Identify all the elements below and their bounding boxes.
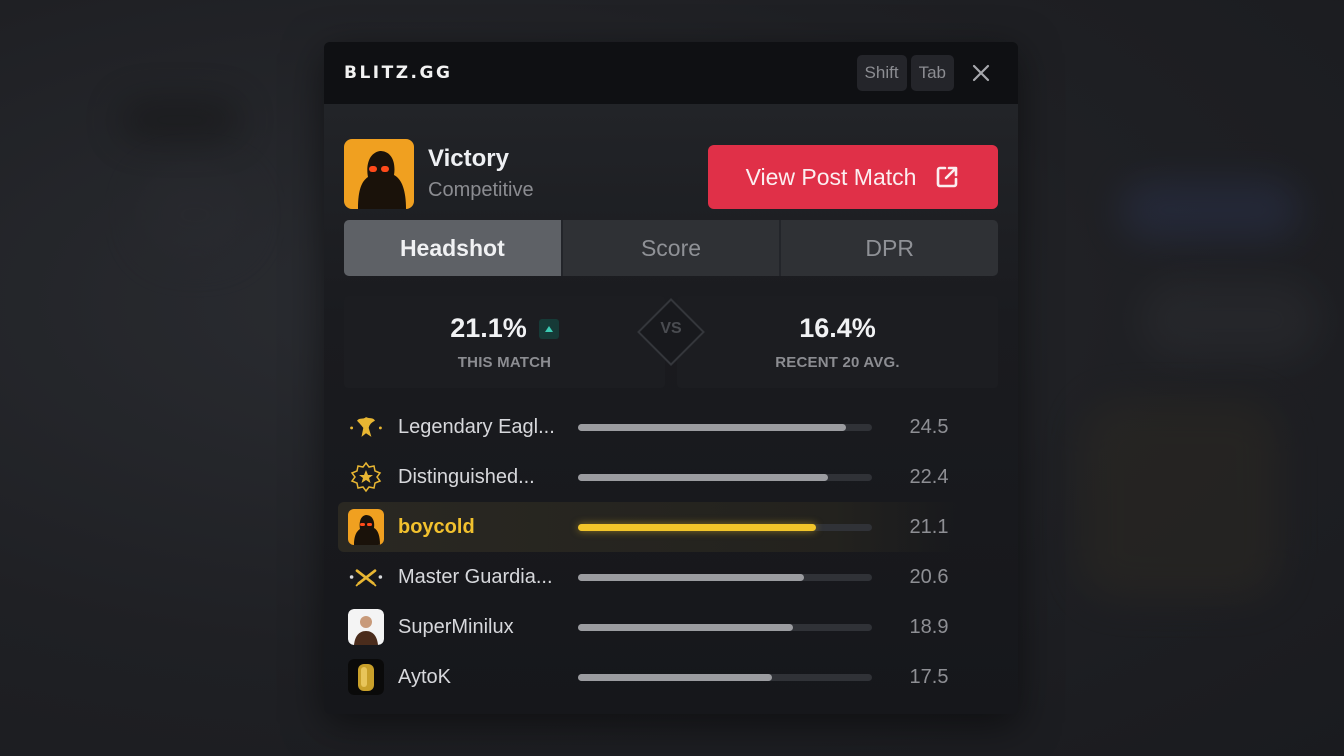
- player-name: Distinguished...: [398, 465, 535, 488]
- match-mode: Competitive: [428, 179, 534, 201]
- player-name: Legendary Eagl...: [398, 415, 555, 438]
- match-summary-overlay: BLITZ.GG Shift Tab Victory Competitive V…: [324, 42, 1018, 714]
- stat-bar: [578, 623, 872, 631]
- stat-bar-fill: [578, 673, 773, 681]
- view-post-match-label: View Post Match: [745, 163, 917, 190]
- tab-dpr[interactable]: DPR: [779, 220, 998, 276]
- player-avatar: [348, 609, 384, 645]
- title-bar: BLITZ.GG Shift Tab: [324, 42, 1018, 104]
- background-blur: [140, 170, 250, 260]
- stat-bar-fill: [578, 523, 817, 531]
- legendary-eagle-rank-icon: [348, 409, 384, 445]
- leaderboard-row: AytoK 17.5: [344, 652, 998, 702]
- background-blur: [1080, 400, 1280, 600]
- stat-bar: [578, 473, 872, 481]
- master-guardian-rank-icon: [348, 559, 384, 595]
- stat-value: 17.5: [909, 665, 949, 688]
- player-avatar: [348, 509, 384, 545]
- stat-bar-fill: [578, 423, 846, 431]
- this-match-value: 21.1%: [450, 313, 527, 343]
- player-name: SuperMinilux: [398, 615, 514, 638]
- player-name: boycold: [398, 515, 475, 538]
- leaderboard-row: Distinguished... 22.4: [344, 452, 998, 502]
- stat-comparison: 21.1% THIS MATCH 16.4% RECENT 20 AVG. VS: [344, 296, 998, 388]
- close-button[interactable]: [964, 56, 998, 90]
- leaderboard-row: SuperMinilux 18.9: [344, 602, 998, 652]
- recent-avg-label: RECENT 20 AVG.: [775, 354, 900, 371]
- stat-bar-fill: [578, 573, 805, 581]
- tab-score[interactable]: Score: [560, 220, 780, 276]
- tab-headshot[interactable]: Headshot: [344, 220, 561, 276]
- stat-value: 18.9: [909, 615, 949, 638]
- hotkey-tab: Tab: [910, 55, 954, 91]
- trend-up-icon: [538, 318, 559, 339]
- match-header: Victory Competitive View Post Match: [344, 104, 998, 220]
- recent-avg-stat: 16.4% RECENT 20 AVG.: [677, 296, 998, 388]
- blitz-logo: BLITZ.GG: [344, 63, 453, 83]
- leaderboard-row-current-player: boycold 21.1: [338, 502, 958, 552]
- stat-bar: [578, 573, 872, 581]
- match-result: Victory: [428, 145, 509, 172]
- stat-bar-fill: [578, 623, 793, 631]
- distinguished-master-guardian-rank-icon: [348, 459, 384, 495]
- background-blur: [1140, 280, 1320, 360]
- leaderboard: Legendary Eagl... 24.5 Distinguished... …: [338, 402, 998, 702]
- stat-value: 24.5: [909, 415, 949, 438]
- leaderboard-row: Master Guardia... 20.6: [344, 552, 998, 602]
- stat-bar: [578, 423, 872, 431]
- view-post-match-button[interactable]: View Post Match: [708, 145, 998, 209]
- player-name: Master Guardia...: [398, 565, 553, 588]
- stat-bar-fill: [578, 473, 828, 481]
- stat-value: 20.6: [909, 565, 949, 588]
- this-match-label: THIS MATCH: [457, 354, 552, 371]
- player-name: AytoK: [398, 665, 451, 688]
- stat-tabs: Headshot Score DPR: [344, 220, 998, 276]
- recent-avg-value: 16.4%: [799, 313, 876, 343]
- stat-value: 22.4: [909, 465, 949, 488]
- vs-label: VS: [660, 320, 682, 337]
- background-blur: [1120, 180, 1300, 240]
- player-avatar: [344, 139, 414, 209]
- background-blur: [120, 100, 240, 140]
- leaderboard-row: Legendary Eagl... 24.5: [344, 402, 998, 452]
- stat-bar: [578, 673, 872, 681]
- close-icon: [972, 64, 990, 82]
- this-match-stat: 21.1% THIS MATCH: [344, 296, 665, 388]
- player-avatar: [348, 659, 384, 695]
- external-link-icon: [937, 166, 958, 188]
- hotkey-shift: Shift: [856, 55, 907, 91]
- stat-value: 21.1: [909, 515, 949, 538]
- stat-bar: [578, 523, 872, 531]
